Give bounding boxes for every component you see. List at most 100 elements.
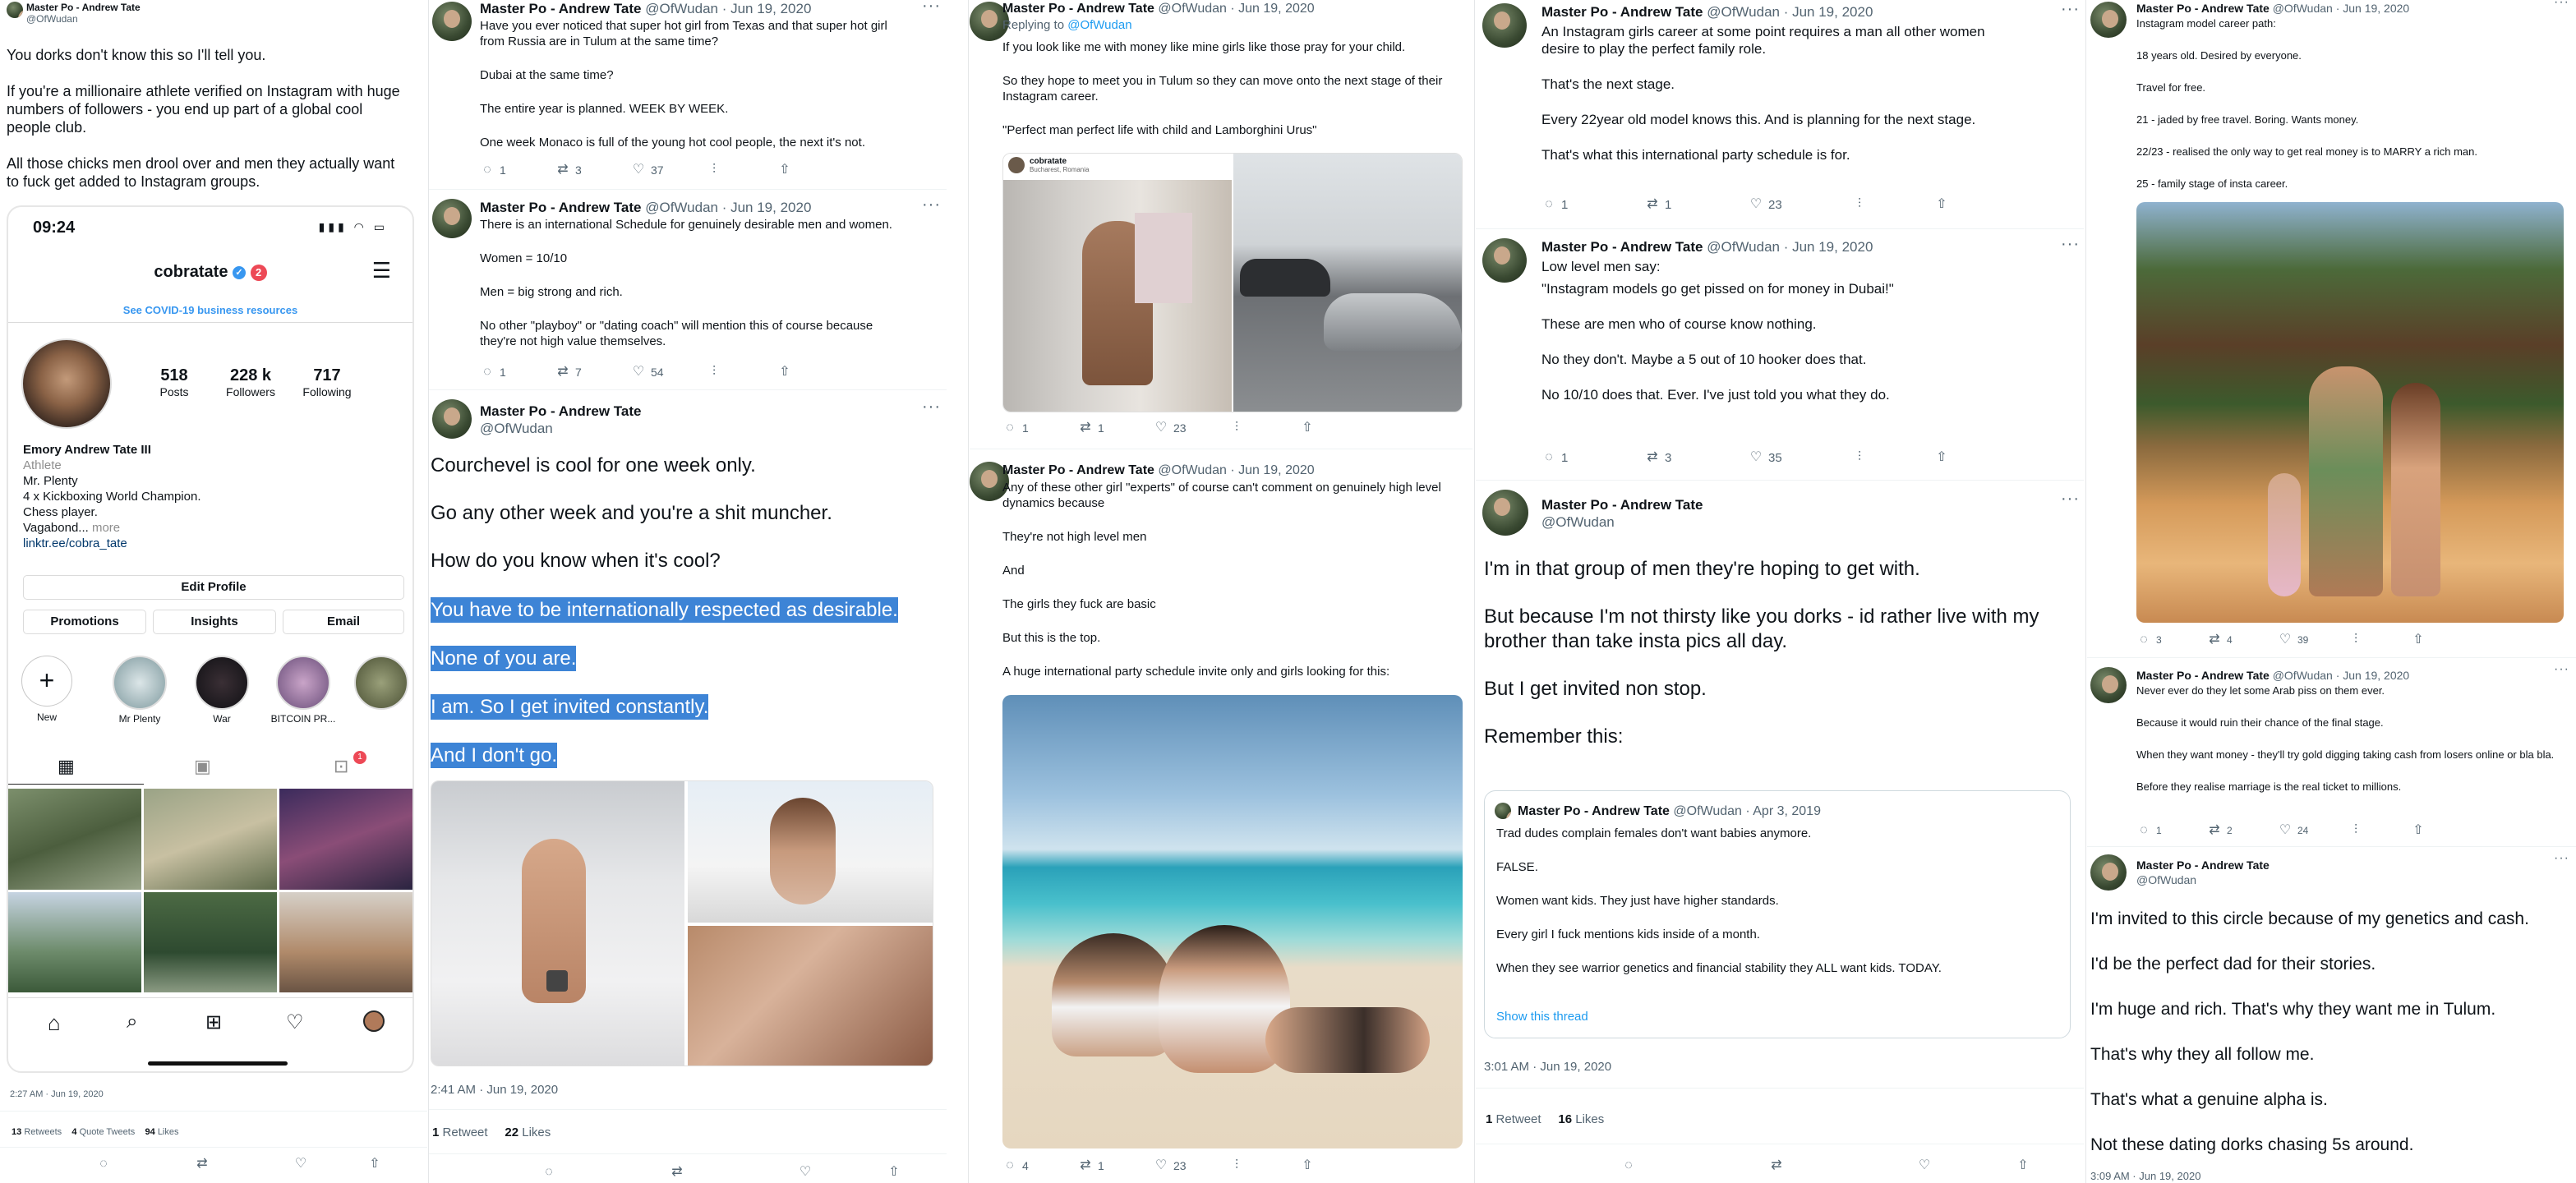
grid-photo[interactable] [8,891,141,992]
highlight-new[interactable]: + New [20,656,74,723]
share-button[interactable]: ⇧ [1300,421,1376,435]
user-name[interactable]: Master Po - Andrew Tate [26,2,141,13]
show-thread-link[interactable]: Show this thread [1496,1010,1588,1024]
home-icon[interactable]: ⌂ [48,1010,61,1036]
profile-tab-icon[interactable] [363,1010,385,1032]
retweet-button[interactable]: ⇄ 1 [1645,197,1749,212]
like-button[interactable]: ♡ 35 [1749,450,1852,465]
quoted-tweet[interactable]: Master Po - Andrew Tate @OfWudan · Apr 3… [1484,790,2071,1038]
bio-link[interactable]: linktr.ee/cobra_tate [23,536,401,551]
share-button[interactable]: ⇧ [2411,823,2486,838]
media-photo[interactable] [431,781,684,1066]
reply-button[interactable]: ◌ 1 [1002,421,1078,435]
reply-button[interactable]: ◌ 4 [1002,1158,1078,1173]
grid-photo[interactable] [144,789,277,890]
avatar[interactable] [2090,2,2127,38]
like-button[interactable]: ♡ 37 [631,163,707,177]
share-button[interactable]: ⇧ [1300,1158,1376,1173]
reply-button[interactable]: ◌ 3 [2136,633,2207,647]
reply-icon[interactable]: ◌ [485,1165,613,1180]
tagged-icon[interactable]: ⊡ [334,756,348,777]
share-icon[interactable]: ⇧ [350,1157,399,1171]
highlight-item[interactable]: BITCOIN PR... [266,656,340,725]
media-photo[interactable]: cobratate Bucharest, Romania [1003,154,1232,412]
user-name[interactable]: Master Po - Andrew Tate [2136,858,2270,872]
add-post-icon[interactable]: ⊞ [205,1010,222,1034]
search-icon[interactable]: ⌕ [127,1010,137,1033]
tweet-timestamp[interactable]: 2:41 AM · Jun 19, 2020 [431,1083,558,1097]
highlight-item[interactable]: Mr Plenty [108,656,171,725]
user-name[interactable]: Master Po - Andrew Tate [480,1,641,16]
like-icon[interactable]: ♡ [251,1157,350,1171]
profile-avatar[interactable] [21,338,112,429]
more-icon[interactable]: ··· [922,398,941,417]
retweet-icon[interactable]: ⇄ [153,1157,251,1171]
user-handle[interactable]: @OfWudan [26,13,78,25]
like-icon[interactable]: ♡ [741,1165,869,1180]
share-button[interactable]: ⇧ [1934,450,2010,465]
user-name[interactable]: Master Po - Andrew Tate [2136,2,2270,15]
user-handle[interactable]: @OfWudan · Jun 19, 2020 [1707,4,1873,20]
user-name[interactable]: Master Po - Andrew Tate [480,403,641,419]
user-handle[interactable]: @OfWudan · Jun 19, 2020 [1158,2,1314,16]
more-icon[interactable]: ··· [2554,851,2569,866]
mention-link[interactable]: @OfWudan [1067,18,1131,32]
highlight-item[interactable]: War [191,656,253,725]
media-photo[interactable] [688,781,933,923]
retweet-button[interactable]: ⇄ 7 [555,365,631,380]
like-button[interactable]: ♡ 24 [2278,823,2348,838]
posts-count[interactable]: 518 Posts [146,366,202,398]
user-handle[interactable]: @OfWudan · Jun 19, 2020 [645,200,811,215]
tweet-timestamp[interactable]: 3:09 AM · Jun 19, 2020 [2090,1170,2200,1182]
user-handle[interactable]: @OfWudan [2136,873,2196,886]
analytics-button[interactable]: ⫶ [2348,823,2411,838]
retweet-button[interactable]: ⇄ 3 [555,163,631,177]
like-button[interactable]: ♡ 23 [1154,1158,1229,1173]
share-icon[interactable]: ⇧ [1998,1158,2048,1173]
avatar[interactable] [432,199,472,238]
highlight-item[interactable] [350,656,412,713]
like-button[interactable]: ♡ 54 [631,365,707,380]
share-button[interactable]: ⇧ [2411,633,2486,647]
promotions-button[interactable]: Promotions [23,610,146,634]
more-icon[interactable]: ··· [922,0,941,16]
analytics-button[interactable]: ⫶ [1852,197,1934,212]
edit-profile-button[interactable]: Edit Profile [23,575,404,600]
like-icon[interactable]: ♡ [1850,1158,1998,1173]
analytics-button[interactable]: ⫶ [1229,421,1300,435]
igtv-icon[interactable]: ▣ [194,756,211,777]
more-icon[interactable]: ··· [2061,235,2080,254]
tweet-media[interactable]: cobratate Bucharest, Romania [1002,153,1463,412]
user-name[interactable]: Master Po - Andrew Tate [1541,239,1703,255]
avatar[interactable] [2090,667,2127,703]
reply-button[interactable]: ◌ 1 [480,163,555,177]
grid-photo[interactable] [144,891,277,992]
tweet-media[interactable] [431,780,933,1066]
tweet-media[interactable] [2136,202,2564,623]
more-icon[interactable]: ··· [2554,0,2569,10]
menu-icon[interactable]: ☰ [372,260,391,281]
user-name[interactable]: Master Po - Andrew Tate [480,200,641,215]
insights-button[interactable]: Insights [153,610,276,634]
more-icon[interactable]: ··· [2061,490,2080,509]
user-handle[interactable]: @OfWudan · Jun 19, 2020 [645,1,811,16]
beach-photo[interactable] [1002,695,1463,1148]
retweet-button[interactable]: ⇄ 1 [1078,421,1154,435]
reply-button[interactable]: ◌ 1 [2136,823,2207,838]
analytics-button[interactable]: ⫶ [1229,1158,1300,1173]
share-button[interactable]: ⇧ [777,163,853,177]
avatar[interactable] [432,399,472,439]
analytics-button[interactable]: ⫶ [1852,450,1934,465]
user-name[interactable]: Master Po - Andrew Tate [1541,4,1703,20]
retweet-button[interactable]: ⇄ 3 [1645,450,1749,465]
avatar[interactable] [432,2,472,41]
share-icon[interactable]: ⇧ [869,1165,919,1180]
grid-icon[interactable]: ▦ [58,756,75,777]
share-button[interactable]: ⇧ [1934,197,2010,212]
more-icon[interactable]: ··· [922,196,941,214]
tweet-media[interactable] [1002,695,1463,1148]
following-count[interactable]: 717 Following [293,366,362,398]
user-handle[interactable]: @OfWudan [1541,514,1615,530]
like-button[interactable]: ♡ 23 [1154,421,1229,435]
tweet-timestamp[interactable]: 2:27 AM · Jun 19, 2020 [10,1089,104,1099]
